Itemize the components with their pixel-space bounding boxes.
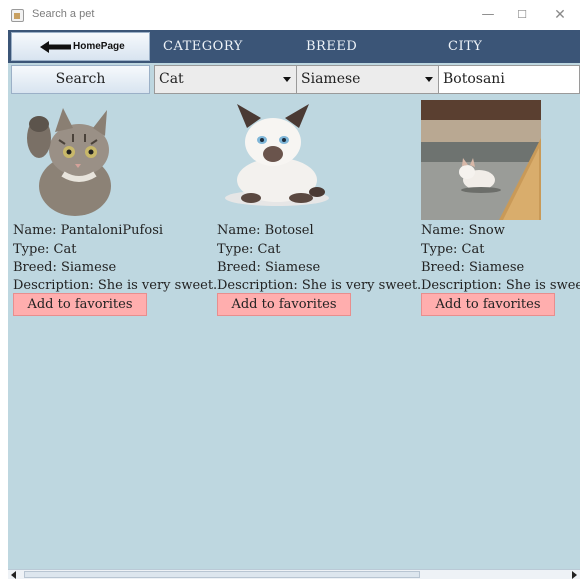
close-button[interactable]: ✕ bbox=[548, 5, 572, 25]
app-icon bbox=[11, 9, 24, 22]
pet-name: Name: PantaloniPufosi bbox=[13, 223, 164, 238]
category-header: CATEGORY bbox=[163, 39, 243, 54]
pet-card: Name: PantaloniPufosi Type: Cat Breed: S… bbox=[13, 100, 223, 330]
pet-card: Name: Snow Type: Cat Breed: Siamese Desc… bbox=[421, 100, 580, 330]
city-input-value: Botosani bbox=[443, 71, 505, 87]
minimize-button[interactable]: — bbox=[476, 5, 500, 25]
homepage-button[interactable]: HomePage bbox=[11, 32, 150, 61]
search-button[interactable]: Search bbox=[11, 65, 150, 94]
pet-photo bbox=[217, 100, 337, 220]
pet-description: Description: She is very sweet. bbox=[217, 278, 422, 293]
pet-description: Description: She is very sweet. bbox=[13, 278, 218, 293]
add-to-favorites-button[interactable]: Add to favorites bbox=[421, 293, 555, 316]
pet-breed: Breed: Siamese bbox=[421, 260, 525, 275]
pet-name: Name: Botosel bbox=[217, 223, 314, 238]
pet-card: Name: Botosel Type: Cat Breed: Siamese D… bbox=[217, 100, 427, 330]
breed-select-value: Siamese bbox=[301, 71, 361, 87]
maximize-button[interactable]: ☐ bbox=[510, 5, 534, 25]
category-select-value: Cat bbox=[159, 71, 184, 87]
back-arrow-icon bbox=[40, 41, 71, 53]
window-title: Search a pet bbox=[32, 8, 95, 20]
add-to-favorites-button[interactable]: Add to favorites bbox=[217, 293, 351, 316]
add-to-favorites-button[interactable]: Add to favorites bbox=[13, 293, 147, 316]
homepage-label: HomePage bbox=[73, 41, 125, 52]
pet-type: Type: Cat bbox=[421, 242, 485, 257]
breed-header: BREED bbox=[306, 39, 358, 54]
pet-description: Description: She is swee bbox=[421, 278, 580, 293]
content-panel: HomePage CATEGORY BREED CITY Search Cat … bbox=[8, 30, 580, 579]
breed-select[interactable]: Siamese bbox=[296, 65, 439, 94]
pet-breed: Breed: Siamese bbox=[13, 260, 117, 275]
header-row: HomePage CATEGORY BREED CITY bbox=[8, 30, 580, 63]
horizontal-scrollbar[interactable] bbox=[8, 569, 580, 579]
pet-photo bbox=[421, 100, 541, 220]
category-select[interactable]: Cat bbox=[154, 65, 297, 94]
pet-breed: Breed: Siamese bbox=[217, 260, 321, 275]
city-input[interactable]: Botosani bbox=[438, 65, 580, 94]
filter-row: Search Cat Siamese Botosani bbox=[8, 63, 580, 96]
pet-type: Type: Cat bbox=[13, 242, 77, 257]
city-header: CITY bbox=[448, 39, 483, 54]
scrollbar-thumb[interactable] bbox=[24, 571, 420, 578]
dropdown-arrow-icon[interactable] bbox=[279, 66, 296, 93]
pet-photo bbox=[13, 100, 133, 220]
pet-name: Name: Snow bbox=[421, 223, 505, 238]
title-bar: Search a pet — ☐ ✕ bbox=[0, 0, 580, 30]
dropdown-arrow-icon[interactable] bbox=[421, 66, 438, 93]
pet-type: Type: Cat bbox=[217, 242, 281, 257]
